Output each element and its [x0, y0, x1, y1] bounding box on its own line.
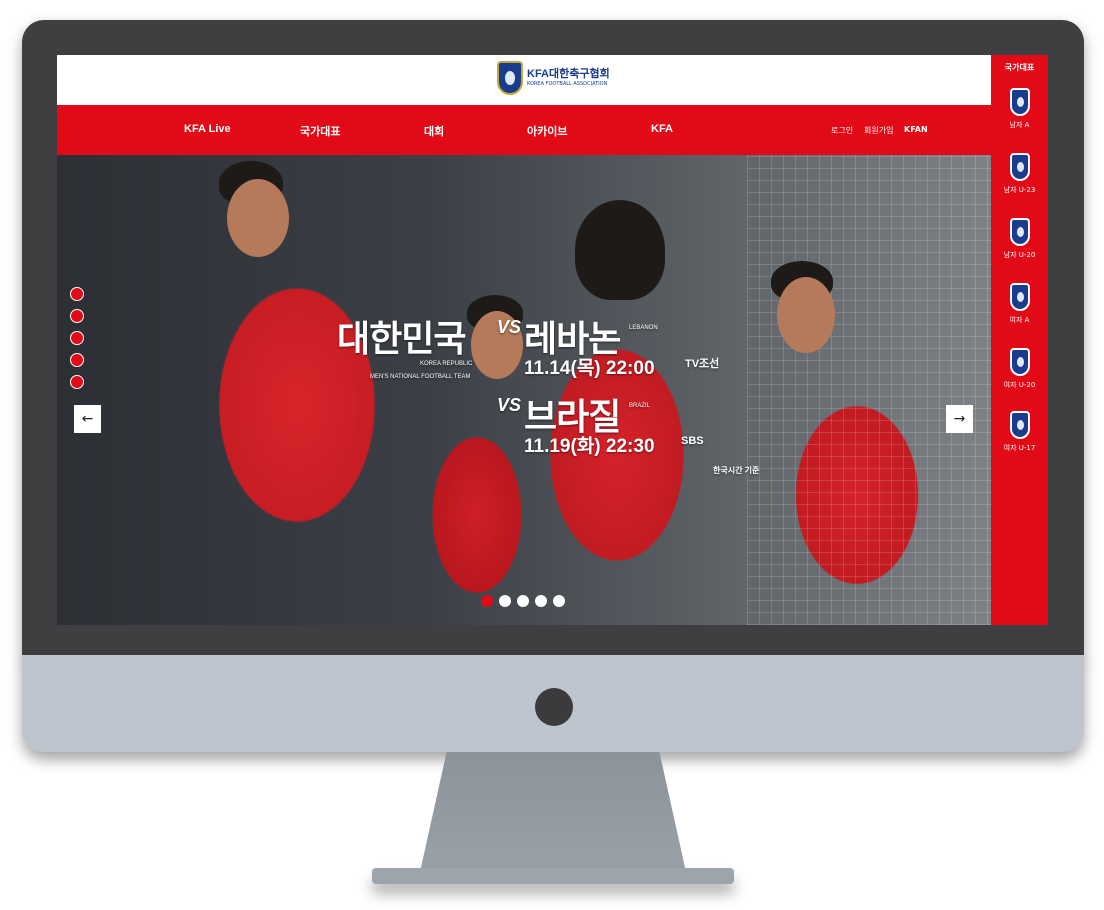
sidebar-item-women-u20[interactable]: 여자 U-20: [991, 348, 1048, 390]
monitor-stand-base: [372, 868, 734, 884]
sidebar-item-men-u20[interactable]: 남자 U-20: [991, 218, 1048, 260]
arrow-right-icon: →: [953, 411, 966, 427]
timezone-note: 한국시간 기준: [713, 466, 760, 475]
kfa-logo[interactable]: KFA대한축구협회 KOREA FOOTBALL ASSOCIATION: [497, 61, 610, 95]
site-header: KFA대한축구협회 KOREA FOOTBALL ASSOCIATION: [57, 55, 991, 105]
match-2-datetime: 11.19(화) 22:30: [524, 436, 655, 457]
pager-dot[interactable]: [553, 595, 565, 607]
pager-dot-active[interactable]: [481, 595, 493, 607]
sidebar-item-label: 여자 U-17: [1003, 444, 1036, 452]
slide-pager: [481, 595, 565, 607]
section-dot[interactable]: [70, 287, 84, 301]
kfa-emblem-icon: [497, 61, 523, 95]
pager-dot[interactable]: [499, 595, 511, 607]
sidebar-item-label: 남자 U-20: [1003, 251, 1036, 259]
kfan-link[interactable]: KFAN: [904, 125, 928, 134]
pager-dot[interactable]: [517, 595, 529, 607]
team-name-en-2: MEN'S NATIONAL FOOTBALL TEAM: [370, 374, 471, 380]
section-dot[interactable]: [70, 331, 84, 345]
team-emblem-icon: [1009, 88, 1030, 116]
section-dot[interactable]: [70, 353, 84, 367]
sidebar-item-label: 여자 A: [1009, 316, 1030, 324]
prev-slide-button[interactable]: ←: [74, 405, 101, 433]
player-head: [227, 179, 289, 257]
team-emblem-icon: [1009, 283, 1030, 311]
section-dot[interactable]: [70, 375, 84, 389]
signup-link[interactable]: 회원가입: [864, 125, 893, 136]
sidebar-item-label: 여자 U-20: [1003, 381, 1036, 389]
player-head: [777, 277, 835, 353]
logo-title: KFA대한축구협회: [527, 68, 610, 80]
nav-item-competitions[interactable]: 대회: [424, 123, 444, 139]
vs-label-1: VS: [497, 317, 522, 337]
nav-item-kfa[interactable]: KFA: [651, 123, 673, 135]
main-nav: KFA Live 국가대표 대회 아카이브 KFA 로그인 회원가입 KFAN: [57, 105, 991, 155]
opponent-1-en: LEBANON: [629, 325, 658, 331]
sidebar-title: 국가대표: [1004, 63, 1035, 72]
login-link[interactable]: 로그인: [831, 125, 853, 136]
match-1-datetime: 11.14(목) 22:00: [524, 358, 655, 379]
team-emblem-icon: [1009, 348, 1030, 376]
website-screen: KFA대한축구협회 KOREA FOOTBALL ASSOCIATION KFA…: [57, 55, 1048, 625]
nav-item-archive[interactable]: 아카이브: [527, 123, 567, 139]
match-2-broadcaster: SBS: [681, 435, 704, 447]
team-emblem-icon: [1009, 218, 1030, 246]
sidebar-item-label: 남자 A: [1009, 121, 1030, 129]
sidebar-item-women-a[interactable]: 여자 A: [991, 283, 1048, 325]
sidebar-item-label: 남자 U-23: [1003, 186, 1036, 194]
next-slide-button[interactable]: →: [946, 405, 973, 433]
monitor-stand-neck: [420, 752, 686, 872]
arrow-left-icon: ←: [81, 411, 94, 427]
team-name-en-1: KOREA REPUBLIC: [420, 361, 473, 367]
sidebar-item-women-u17[interactable]: 여자 U-17: [991, 411, 1048, 453]
vs-label-2: VS: [497, 395, 522, 415]
team-emblem-icon: [1009, 153, 1030, 181]
section-dots: [70, 287, 84, 389]
logo-subtitle: KOREA FOOTBALL ASSOCIATION: [527, 81, 608, 87]
pager-dot[interactable]: [535, 595, 547, 607]
hero-banner[interactable]: 대한민국 KOREA REPUBLIC MEN'S NATIONAL FOOTB…: [57, 155, 991, 625]
team-emblem-icon: [1009, 411, 1030, 439]
match-1-broadcaster: TV조선: [685, 358, 720, 370]
goal-net: [747, 155, 991, 625]
section-dot[interactable]: [70, 309, 84, 323]
national-team-sidebar: 국가대표 남자 A 남자 U-23 남자 U-20 여자 A 여자 U-20 여…: [991, 55, 1048, 625]
sidebar-item-men-u23[interactable]: 남자 U-23: [991, 153, 1048, 195]
opponent-2-en: BRAZIL: [629, 403, 651, 409]
team-name: 대한민국: [337, 318, 466, 359]
sidebar-item-men-a[interactable]: 남자 A: [991, 88, 1048, 130]
nav-item-kfa-live[interactable]: KFA Live: [184, 123, 231, 135]
player-hair: [575, 200, 665, 300]
desktop-mockup: KFA대한축구협회 KOREA FOOTBALL ASSOCIATION KFA…: [0, 0, 1104, 910]
nav-item-national-team[interactable]: 국가대표: [300, 123, 340, 139]
monitor-logo-button: [535, 688, 573, 726]
